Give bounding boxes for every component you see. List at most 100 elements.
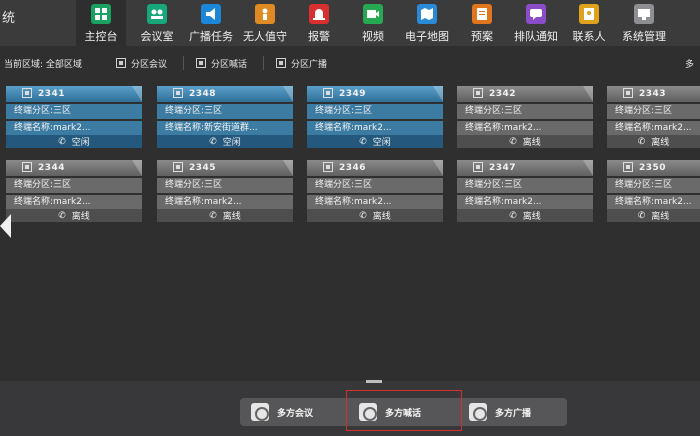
terminal-id: 2343 [639, 89, 667, 99]
card-header: 2347 [457, 160, 593, 176]
phone-offline-icon: ✆ [209, 210, 217, 221]
terminal-zone: 终端分区:三区 [457, 104, 593, 119]
top-nav-bar: 统 主控台 会议室 广播任务 无人值守 报警 视频 电子地图 预案 排队通知 联… [0, 0, 700, 46]
phone-offline-icon: ✆ [637, 136, 646, 147]
terminal-name: 终端名称:mark2... [307, 195, 443, 210]
video-icon [363, 4, 383, 24]
toolbar-right-text[interactable]: 多 [685, 57, 694, 70]
nav-meeting-room[interactable]: 会议室 [132, 0, 182, 46]
corner-decoration [583, 86, 593, 102]
multi-broadcast-button[interactable]: 多方广播 [458, 398, 566, 426]
terminal-status: ✆ 空闲 [6, 135, 142, 148]
region-selector[interactable]: 全部区域 [46, 60, 82, 70]
terminal-name: 终端名称:mark2... [307, 121, 443, 136]
terminal-card[interactable]: 2350 终端分区:三区 终端名称:mark2... ✆ 离线 [607, 160, 700, 222]
broadcast-icon [201, 4, 221, 24]
terminal-icon [473, 162, 483, 172]
terminal-icon [623, 88, 633, 98]
terminal-zone: 终端分区:三区 [6, 178, 142, 193]
terminal-id: 2349 [339, 89, 367, 99]
dashboard-icon [91, 4, 111, 24]
scroll-left-arrow-icon[interactable] [0, 214, 11, 238]
zone-broadcast-button[interactable]: 分区广播 [276, 52, 327, 74]
corner-decoration [132, 86, 142, 102]
nav-video[interactable]: 视频 [350, 0, 396, 46]
phone-offline-icon: ✆ [509, 210, 517, 221]
current-region: 当前区域: 全部区域 [4, 60, 82, 70]
terminal-name: 终端名称:mark2... [607, 121, 700, 136]
nav-electronic-map[interactable]: 电子地图 [402, 0, 452, 46]
card-header: 2345 [157, 160, 293, 176]
nav-label: 排队通知 [514, 30, 558, 43]
phone-icon: ✆ [209, 136, 217, 147]
nav-alarm[interactable]: 报警 [296, 0, 342, 46]
terminal-icon [323, 88, 333, 98]
corner-decoration [583, 160, 593, 176]
terminal-icon [22, 88, 32, 98]
terminal-zone: 终端分区:三区 [607, 178, 700, 193]
terminal-name: 终端名称:mark2... [157, 195, 293, 210]
terminal-card[interactable]: 2344 终端分区:三区 终端名称:mark2... ✆ 离线 [6, 160, 142, 222]
zone-meeting-button[interactable]: 分区会议 [116, 52, 167, 74]
terminal-card[interactable]: 2348 终端分区:三区 终端名称:新安街道群... ✆ 空闲 [157, 86, 293, 148]
terminal-zone: 终端分区:三区 [457, 178, 593, 193]
corner-decoration [283, 160, 293, 176]
nav-plan[interactable]: 预案 [462, 0, 502, 46]
nav-label: 广播任务 [189, 30, 233, 43]
selection-highlight [346, 390, 462, 431]
terminal-card[interactable]: 2345 终端分区:三区 终端名称:mark2... ✆ 离线 [157, 160, 293, 222]
terminal-card[interactable]: 2343 终端分区:三区 终端名称:mark2... ✆ 离线 [607, 86, 700, 148]
zone-intercom-button[interactable]: 分区喊话 [196, 52, 247, 74]
multi-conference-icon [251, 403, 269, 421]
card-header: 2346 [307, 160, 443, 176]
divider [183, 56, 184, 70]
alarm-icon [309, 4, 329, 24]
phone-icon: ✆ [359, 136, 367, 147]
nav-system-settings[interactable]: 系统管理 [618, 0, 670, 46]
card-header: 2341 [6, 86, 142, 102]
terminal-card[interactable]: 2347 终端分区:三区 终端名称:mark2... ✆ 离线 [457, 160, 593, 222]
terminal-status: ✆ 离线 [457, 209, 593, 222]
corner-decoration [433, 86, 443, 102]
nav-label: 主控台 [84, 30, 118, 43]
panel-drag-handle[interactable] [366, 380, 382, 383]
terminal-status: ✆ 离线 [457, 135, 593, 148]
map-icon [417, 4, 437, 24]
contacts-icon [579, 4, 599, 24]
terminal-card[interactable]: 2341 终端分区:三区 终端名称:mark2... ✆ 空闲 [6, 86, 142, 148]
nav-broadcast-task[interactable]: 广播任务 [186, 0, 236, 46]
nav-label: 无人值守 [243, 30, 287, 43]
terminal-id: 2345 [189, 163, 217, 173]
nav-queue-notice[interactable]: 排队通知 [510, 0, 562, 46]
terminal-id: 2346 [339, 163, 367, 173]
zone-toolbar: 当前区域: 全部区域 分区会议 分区喊话 分区广播 多 [0, 52, 700, 74]
terminal-icon [623, 162, 633, 172]
terminal-card[interactable]: 2349 终端分区:三区 终端名称:mark2... ✆ 空闲 [307, 86, 443, 148]
multi-conference-button[interactable]: 多方会议 [240, 398, 340, 426]
nav-dashboard[interactable]: 主控台 [76, 0, 126, 46]
corner-decoration [433, 160, 443, 176]
divider [263, 56, 264, 70]
terminal-id: 2350 [639, 163, 667, 173]
terminal-icon [473, 88, 483, 98]
phone-offline-icon: ✆ [359, 210, 367, 221]
terminal-card[interactable]: 2342 终端分区:三区 终端名称:mark2... ✆ 离线 [457, 86, 593, 148]
app-title: 统 [2, 11, 16, 26]
terminal-status: ✆ 离线 [607, 135, 700, 148]
terminal-name: 终端名称:mark2... [457, 195, 593, 210]
terminal-id: 2341 [38, 89, 66, 99]
multi-broadcast-icon [469, 403, 487, 421]
nav-unattended[interactable]: 无人值守 [240, 0, 290, 46]
nav-contacts[interactable]: 联系人 [568, 0, 610, 46]
terminal-icon [323, 162, 333, 172]
nav-label: 电子地图 [405, 30, 449, 43]
card-header: 2344 [6, 160, 142, 176]
terminal-zone: 终端分区:三区 [307, 178, 443, 193]
terminal-name: 终端名称:mark2... [607, 195, 700, 210]
nav-label: 系统管理 [622, 30, 666, 43]
terminal-status: ✆ 离线 [607, 209, 700, 222]
terminal-status: ✆ 离线 [307, 209, 443, 222]
phone-icon: ✆ [58, 136, 66, 147]
terminal-name: 终端名称:新安街道群... [157, 121, 293, 136]
terminal-card[interactable]: 2346 终端分区:三区 终端名称:mark2... ✆ 离线 [307, 160, 443, 222]
